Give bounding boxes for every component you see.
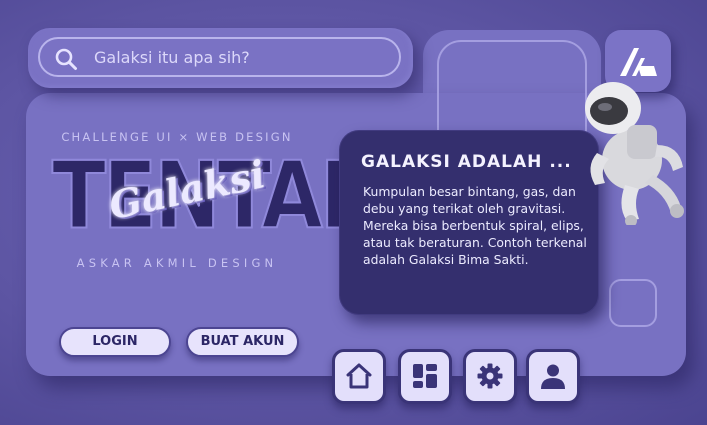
info-panel: GALAKSI ADALAH ... Kumpulan besar bintan… bbox=[339, 130, 599, 315]
home-icon bbox=[346, 363, 372, 389]
dashboard-icon bbox=[413, 364, 437, 388]
register-button[interactable]: BUAT AKUN bbox=[186, 327, 299, 357]
info-title: GALAKSI ADALAH ... bbox=[361, 152, 572, 172]
login-button[interactable]: LOGIN bbox=[59, 327, 171, 357]
search-input[interactable]: Galaksi itu apa sih? bbox=[94, 48, 250, 67]
hero-credit: ASKAR AKMIL DESIGN bbox=[76, 256, 278, 270]
nav-profile-button[interactable] bbox=[526, 349, 580, 404]
settings-icon bbox=[477, 363, 503, 389]
search-icon[interactable] bbox=[54, 47, 78, 71]
search-field-border: Galaksi itu apa sih? bbox=[38, 37, 401, 77]
nav-home-button[interactable] bbox=[332, 349, 386, 404]
square-decoration bbox=[609, 279, 657, 327]
user-icon bbox=[541, 364, 565, 389]
nav-dashboard-button[interactable] bbox=[398, 349, 452, 404]
astronaut-image bbox=[585, 82, 684, 225]
info-body: Kumpulan besar bintang, gas, dan debu ya… bbox=[363, 184, 587, 267]
nav-settings-button[interactable] bbox=[463, 349, 517, 404]
search-bar[interactable]: Galaksi itu apa sih? bbox=[28, 28, 413, 88]
